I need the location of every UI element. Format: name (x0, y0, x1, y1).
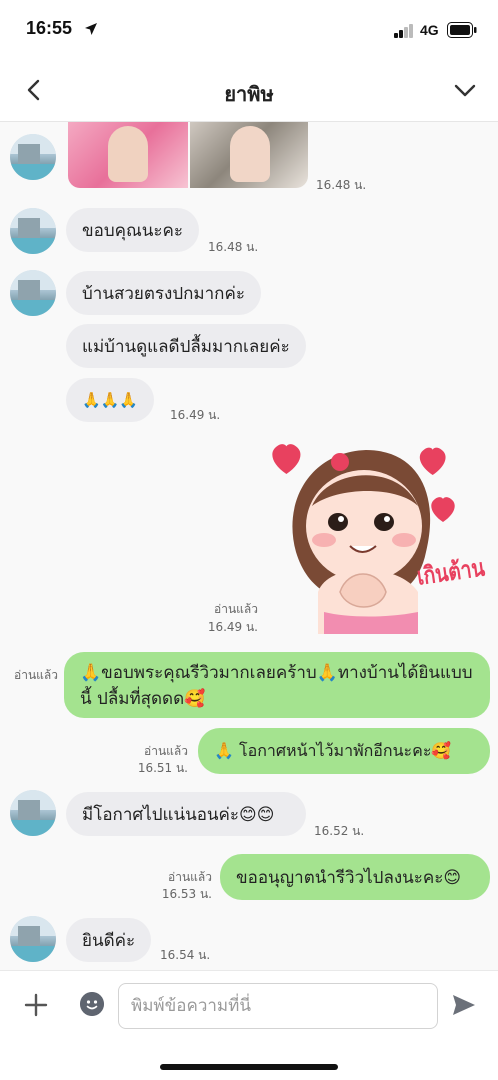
shared-photo[interactable] (68, 122, 188, 188)
message-time: 16.48 น. (316, 178, 367, 192)
message-time: 16.51 น. (137, 761, 188, 775)
avatar[interactable] (10, 916, 56, 962)
message-time: 16.48 น. (208, 240, 259, 254)
message-bubble: ขอบคุณนะคะ (66, 208, 200, 252)
message-time: 16.52 น. (314, 824, 365, 838)
message-time: 16.49 น. (207, 620, 258, 634)
message-time: 16.54 น. (160, 948, 211, 962)
network-type: 4G (420, 22, 439, 38)
message-bubble: 🙏ขอบพระคุณรีวิวมากเลยคร้าบ🙏ทางบ้านได้ยิน… (64, 652, 490, 718)
home-indicator[interactable] (160, 1064, 338, 1070)
chat-title: ยาพิษ (224, 82, 274, 106)
shared-photo[interactable] (190, 122, 308, 188)
chat-header: ยาพิษ (0, 60, 498, 122)
avatar[interactable] (10, 270, 56, 316)
read-receipt: อ่านแล้ว (214, 602, 258, 616)
read-receipt: อ่านแล้ว (14, 668, 58, 682)
sticker-text: เกินต้าน (415, 553, 487, 590)
location-arrow-icon (85, 23, 97, 35)
heart-icon (431, 497, 455, 522)
sticker[interactable]: เกินต้าน (268, 442, 490, 634)
avatar[interactable] (10, 134, 56, 180)
message-bubble: บ้านสวยตรงปกมากค่ะ (66, 271, 261, 315)
message-time: 16.49 น. (170, 408, 221, 422)
emoji-icon[interactable] (80, 992, 104, 1016)
message-bubble: 🙏🙏🙏 (66, 378, 155, 422)
message-composer (0, 970, 498, 1040)
heart-icon (419, 447, 446, 475)
battery-icon (447, 22, 477, 38)
message-time: 16.53 น. (161, 887, 212, 901)
signal-strength-icon (394, 24, 414, 38)
message-bubble: ขออนุญาตนำรีวิวไปลงนะคะ😊 (220, 854, 490, 900)
send-icon[interactable] (450, 991, 478, 1019)
message-input[interactable] (118, 983, 438, 1029)
message-bubble: มีโอกาศไปแน่นอนค่ะ😊😊 (66, 792, 306, 836)
message-bubble: 🙏 โอกาศหน้าไว้มาพักอีกนะคะ🥰 (198, 728, 490, 774)
status-bar: 16:55 4G (0, 0, 498, 60)
heart-icon (272, 444, 301, 474)
chevron-down-icon[interactable] (450, 76, 480, 104)
avatar[interactable] (10, 790, 56, 836)
chat-messages[interactable]: 16.48 น. ขอบคุณนะคะ 16.48 น. บ้านสวยตรงป… (0, 122, 498, 970)
message-bubble: ยินดีค่ะ (66, 918, 152, 962)
home-area (0, 1040, 498, 1080)
status-time: 16:55 (26, 18, 73, 38)
message-bubble: แม่บ้านดูแลดีปลื้มมากเลยค่ะ (66, 324, 306, 368)
plus-icon[interactable] (22, 991, 50, 1019)
avatar[interactable] (10, 208, 56, 254)
